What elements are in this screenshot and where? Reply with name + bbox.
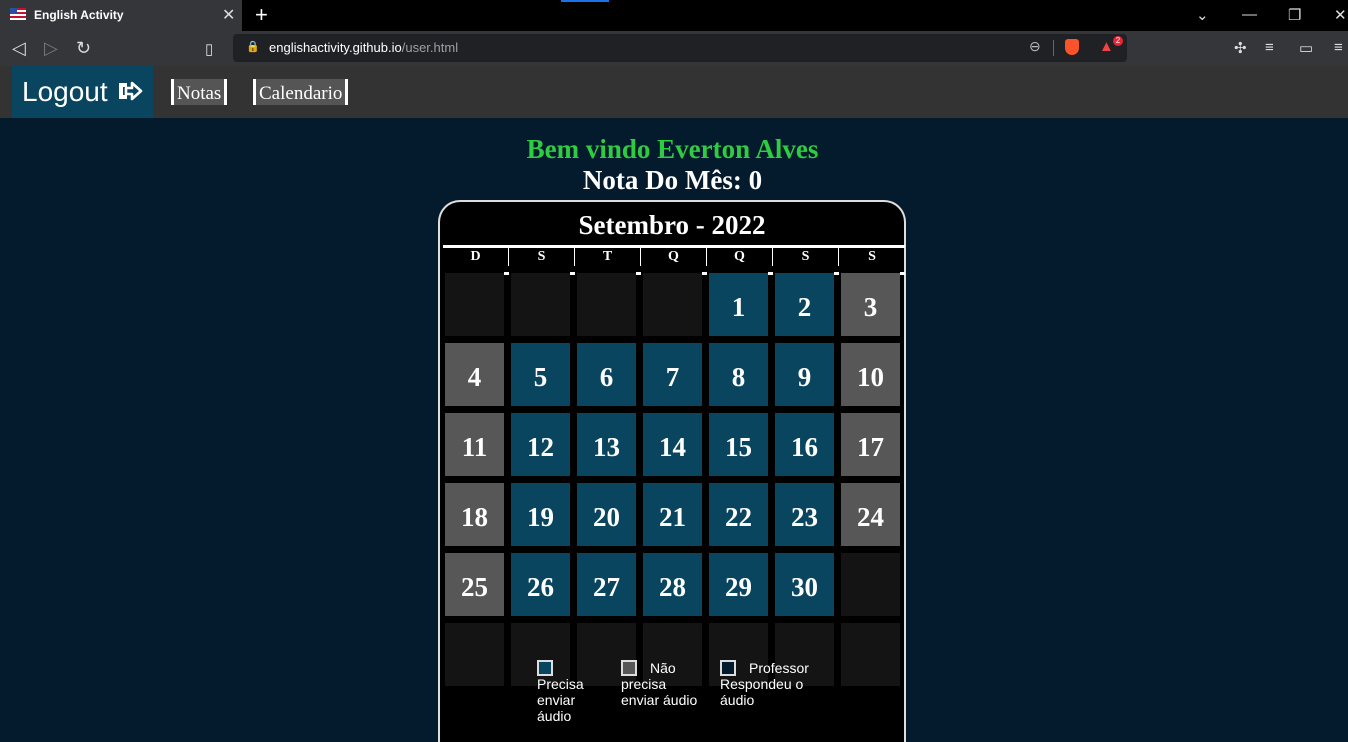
- legend-text: áudio: [720, 692, 755, 708]
- extensions-icon[interactable]: ✣: [1234, 39, 1247, 57]
- logout-label: Logout: [22, 76, 108, 107]
- close-tab-icon[interactable]: ✕: [222, 5, 235, 25]
- legend-text: Não: [650, 660, 676, 676]
- minimize-icon[interactable]: —: [1242, 6, 1257, 23]
- rewards-icon[interactable]: ▲: [1099, 38, 1114, 55]
- calendar-day[interactable]: 22: [707, 481, 768, 546]
- divider: [1053, 40, 1054, 56]
- weekday-label: S: [868, 249, 876, 264]
- calendar-day[interactable]: 2: [773, 271, 834, 336]
- zoom-icon[interactable]: ⊖: [1029, 38, 1041, 55]
- rewards-badge: 2: [1113, 36, 1123, 46]
- calendar-day[interactable]: 28: [641, 551, 702, 616]
- address-bar[interactable]: 🔒 englishactivity.github.io/user.html ⊖ …: [233, 34, 1127, 62]
- lock-icon: 🔒: [246, 41, 260, 53]
- calendar-day[interactable]: 20: [575, 481, 636, 546]
- calendar-day[interactable]: 1: [707, 271, 768, 336]
- calendar-day[interactable]: 29: [707, 551, 768, 616]
- calendar-title: Setembro - 2022: [578, 210, 766, 240]
- back-icon[interactable]: ◁: [12, 38, 26, 59]
- calendar-day[interactable]: 19: [509, 481, 570, 546]
- calendar-day[interactable]: 30: [773, 551, 834, 616]
- legend-text: precisa: [621, 676, 667, 692]
- calendar-empty-cell: [509, 271, 570, 336]
- legend-swatch: [621, 660, 637, 676]
- calendar-day[interactable]: 8: [707, 341, 768, 406]
- bookmark-icon[interactable]: ▯: [205, 40, 213, 58]
- restore-icon[interactable]: ❐: [1288, 6, 1301, 24]
- calendar-day[interactable]: 14: [641, 411, 702, 476]
- weekday-label: S: [509, 248, 575, 266]
- monthly-score: Nota Do Mês: 0: [582, 165, 763, 195]
- legend-text: Precisa: [537, 676, 584, 692]
- calendar-day[interactable]: 5: [509, 341, 570, 406]
- legend-swatch: [720, 660, 736, 676]
- calendar-day[interactable]: 23: [773, 481, 834, 546]
- calendar-day[interactable]: 6: [575, 341, 636, 406]
- us-flag-icon: [10, 8, 26, 20]
- site-navbar: Logout Notas Calendario: [0, 66, 1348, 118]
- legend-swatch: [537, 660, 553, 676]
- calendar-day[interactable]: 3: [839, 271, 900, 336]
- calendar-day[interactable]: 13: [575, 411, 636, 476]
- tab-strip: English Activity ✕ + ⌄ — ❐ ✕: [0, 0, 1348, 31]
- calendar-empty-cell: [443, 271, 504, 336]
- calendar-empty-cell: [575, 271, 636, 336]
- nav-calendario[interactable]: Calendario: [253, 79, 349, 105]
- calendar-day[interactable]: 15: [707, 411, 768, 476]
- welcome-heading: Bem vindo Everton Alves: [526, 134, 819, 164]
- logout-button[interactable]: Logout: [12, 66, 153, 118]
- weekday-label: Q: [641, 248, 707, 266]
- calendar-empty-cell: [839, 621, 900, 686]
- close-window-icon[interactable]: ✕: [1334, 6, 1347, 24]
- new-tab-button[interactable]: +: [255, 2, 268, 28]
- weekday-label: T: [575, 248, 641, 266]
- calendar-day[interactable]: 24: [839, 481, 900, 546]
- weekday-label: D: [443, 248, 509, 266]
- calendar: Setembro - 2022 DSTQQSS 1 2 3 4 5 6 7 8 9 10 11 12 1…: [438, 200, 906, 742]
- browser-toolbar: ◁ ▷ ↻ ▯ 🔒 englishactivity.github.io/user…: [0, 31, 1348, 66]
- legend-text: enviar áudio: [621, 692, 698, 708]
- calendar-empty-cell: [443, 621, 504, 686]
- calendar-day[interactable]: 26: [509, 551, 570, 616]
- calendar-empty-cell: [641, 271, 702, 336]
- playlist-icon[interactable]: ≡: [1265, 39, 1274, 56]
- calendar-day[interactable]: 21: [641, 481, 702, 546]
- calendar-day[interactable]: 27: [575, 551, 636, 616]
- brave-shield-icon[interactable]: [1065, 39, 1079, 55]
- tab-title: English Activity: [34, 8, 124, 22]
- menu-icon[interactable]: ≡: [1334, 39, 1343, 56]
- calendar-day[interactable]: 11: [443, 411, 504, 476]
- legend-text: áudio: [537, 708, 572, 724]
- calendar-day[interactable]: 7: [641, 341, 702, 406]
- nav-notas[interactable]: Notas: [171, 79, 228, 105]
- tab-search-icon[interactable]: ⌄: [1196, 6, 1209, 24]
- calendar-day[interactable]: 25: [443, 551, 504, 616]
- browser-tab[interactable]: English Activity ✕: [0, 0, 242, 31]
- calendar-day[interactable]: 4: [443, 341, 504, 406]
- calendar-day[interactable]: 12: [509, 411, 570, 476]
- sign-out-icon: [119, 81, 143, 101]
- url-text[interactable]: englishactivity.github.io/user.html: [269, 40, 458, 55]
- calendar-day[interactable]: 18: [443, 481, 504, 546]
- calendar-day[interactable]: 9: [773, 341, 834, 406]
- url-host: englishactivity.github.io: [269, 40, 402, 55]
- calendar-day[interactable]: 17: [839, 411, 900, 476]
- legend-text: Respondeu o: [720, 676, 804, 692]
- calendar-empty-cell: [839, 551, 900, 616]
- legend-text: enviar: [537, 692, 576, 708]
- forward-icon[interactable]: ▷: [44, 38, 58, 59]
- url-path: /user.html: [401, 40, 459, 55]
- legend-text: Professor: [749, 660, 809, 676]
- calendar-day[interactable]: 16: [773, 411, 834, 476]
- weekday-label: S: [773, 248, 839, 266]
- tab-indicator: [561, 0, 609, 2]
- weekday-label: Q: [707, 248, 773, 266]
- reload-icon[interactable]: ↻: [76, 38, 91, 59]
- wallet-icon[interactable]: ▭: [1299, 39, 1313, 57]
- calendar-day[interactable]: 10: [839, 341, 900, 406]
